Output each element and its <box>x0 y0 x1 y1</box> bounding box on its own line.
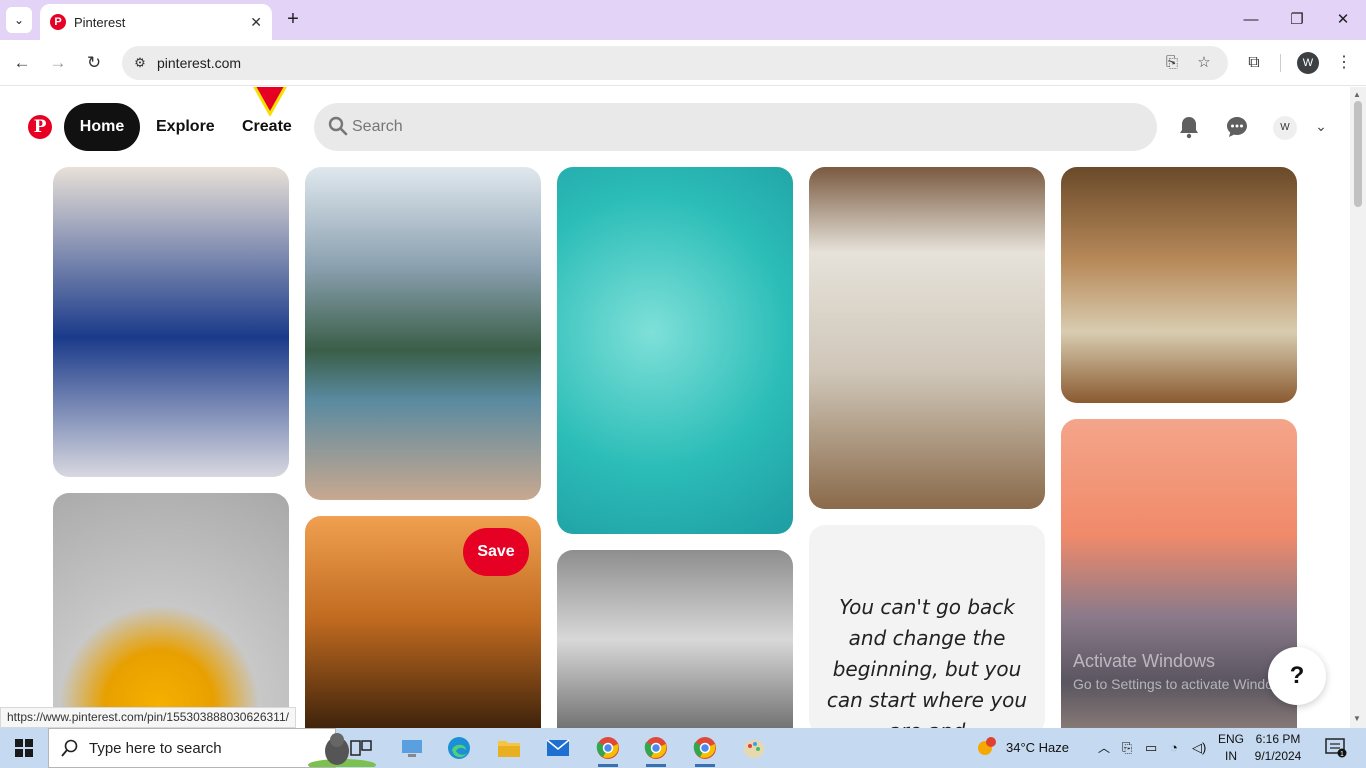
pin-quote-card[interactable]: You can't go back and change the beginni… <box>809 525 1045 728</box>
chrome-profile-3-icon[interactable] <box>689 732 721 767</box>
forward-button[interactable]: → <box>46 51 70 75</box>
extensions-icon[interactable]: ⧉ <box>1242 51 1266 75</box>
pinterest-favicon-icon: P <box>50 14 66 30</box>
annotation-arrow-icon <box>253 87 287 116</box>
taskbar-search-icon <box>61 739 78 757</box>
site-info-icon[interactable]: ⚙ <box>130 53 150 73</box>
system-clock[interactable]: 6:16 PM 9/1/2024 <box>1248 731 1308 765</box>
notification-count: 1 <box>1340 751 1344 758</box>
browser-tab-pinterest[interactable]: P Pinterest ✕ <box>40 4 272 40</box>
chrome-profile-1-icon[interactable] <box>592 732 624 767</box>
pin-mango-blender[interactable] <box>53 493 289 728</box>
tab-close-icon[interactable]: ✕ <box>250 14 262 31</box>
notification-center-icon[interactable]: 1 <box>1325 738 1347 758</box>
quote-text: You can't go back and change the beginni… <box>826 595 1028 728</box>
weather-text[interactable]: 34°C Haze <box>1006 728 1069 768</box>
search-input[interactable] <box>352 103 1132 151</box>
clock-time: 6:16 PM <box>1255 732 1301 746</box>
pin-rustic-living-room[interactable] <box>809 167 1045 509</box>
task-view-icon[interactable] <box>345 732 377 764</box>
url-text[interactable]: pinterest.com <box>157 55 241 71</box>
minimize-button[interactable]: — <box>1228 8 1274 32</box>
this-pc-icon[interactable] <box>396 732 428 764</box>
notifications-bell-icon[interactable] <box>1177 115 1201 139</box>
restore-button[interactable]: ❐ <box>1274 8 1320 32</box>
input-language[interactable]: ENG IN <box>1213 731 1249 765</box>
new-tab-button[interactable]: + <box>283 8 303 32</box>
windows-taskbar: Type here to search 34°C Haze ︿ ⎘ ▭ ◔ ◁) <box>0 728 1366 768</box>
volume-icon[interactable]: ◁) <box>1192 728 1206 768</box>
pin-cozy-lounge-rug[interactable] <box>1061 167 1297 403</box>
network-device-icon[interactable]: ⎘ <box>1122 728 1132 768</box>
bookmark-star-icon[interactable]: ☆ <box>1194 53 1214 73</box>
pin-surfers-ocean[interactable] <box>557 167 793 534</box>
battery-icon[interactable]: ▭ <box>1145 728 1157 768</box>
pin-mountain-lake[interactable] <box>305 167 541 500</box>
watermark-title: Activate Windows <box>1073 651 1216 671</box>
scroll-down-arrow-icon[interactable]: ▼ <box>1353 714 1361 723</box>
messages-icon[interactable] <box>1225 115 1249 139</box>
status-bar-url: https://www.pinterest.com/pin/1553038880… <box>0 707 296 728</box>
input-language-code: ENG <box>1217 732 1244 746</box>
nav-explore[interactable]: Explore <box>156 103 215 151</box>
search-icon <box>328 116 348 136</box>
pinterest-page: P Home Explore Create W ⌄ Save You can't… <box>0 87 1350 728</box>
user-avatar[interactable]: W <box>1273 116 1297 140</box>
show-hidden-icons-chevron-icon[interactable]: ︿ <box>1098 728 1110 768</box>
reload-button[interactable]: ↻ <box>82 51 106 75</box>
taskbar-search-text: Type here to search <box>89 740 222 757</box>
clock-date: 9/1/2024 <box>1254 749 1302 763</box>
activate-windows-watermark: Activate Windows Go to Settings to activ… <box>1073 651 1294 692</box>
help-button[interactable]: ? <box>1268 647 1326 705</box>
input-language-region: IN <box>1225 749 1237 763</box>
file-explorer-icon[interactable] <box>493 732 525 764</box>
back-button[interactable]: ← <box>10 51 34 75</box>
page-scrollbar[interactable]: ▲ ▼ <box>1350 87 1366 728</box>
browser-menu-icon[interactable]: ⋮ <box>1332 51 1356 75</box>
chrome-profile-2-icon[interactable] <box>640 732 672 767</box>
search-bar[interactable] <box>314 103 1157 151</box>
save-button[interactable]: Save <box>463 528 529 576</box>
scroll-up-arrow-icon[interactable]: ▲ <box>1353 90 1361 99</box>
paint-icon[interactable] <box>738 732 770 764</box>
scrollbar-thumb[interactable] <box>1354 101 1362 207</box>
watermark-subtitle: Go to Settings to activate Windows. <box>1073 676 1294 692</box>
pin-drift-magazine[interactable] <box>53 167 289 477</box>
browser-tabstrip: ⌄ P Pinterest ✕ + — ❐ ✕ <box>0 0 1366 40</box>
taskbar-search-box[interactable]: Type here to search <box>48 728 376 768</box>
tab-title: Pinterest <box>74 14 126 30</box>
mail-icon[interactable] <box>542 732 574 764</box>
pinterest-logo-icon[interactable]: P <box>28 115 52 139</box>
wifi-icon[interactable]: ◔ <box>1170 728 1178 768</box>
close-window-button[interactable]: ✕ <box>1320 8 1366 32</box>
weather-sun-icon[interactable] <box>975 736 997 758</box>
pin-sneakers[interactable] <box>557 550 793 728</box>
edge-browser-icon[interactable] <box>443 732 475 764</box>
browser-toolbar: ← → ↻ ⚙ pinterest.com ⎘ ☆ ⧉ W ⋮ <box>0 40 1366 86</box>
address-bar[interactable]: ⚙ pinterest.com ⎘ ☆ <box>122 46 1228 80</box>
account-chevron-down-icon[interactable]: ⌄ <box>1312 117 1330 135</box>
start-button[interactable] <box>0 728 48 768</box>
windows-logo-icon <box>15 739 33 757</box>
install-app-icon[interactable]: ⎘ <box>1162 53 1182 73</box>
toolbar-divider <box>1280 54 1281 72</box>
browser-profile-avatar[interactable]: W <box>1297 52 1319 74</box>
tab-search-button[interactable]: ⌄ <box>6 7 32 33</box>
nav-home[interactable]: Home <box>64 103 140 151</box>
